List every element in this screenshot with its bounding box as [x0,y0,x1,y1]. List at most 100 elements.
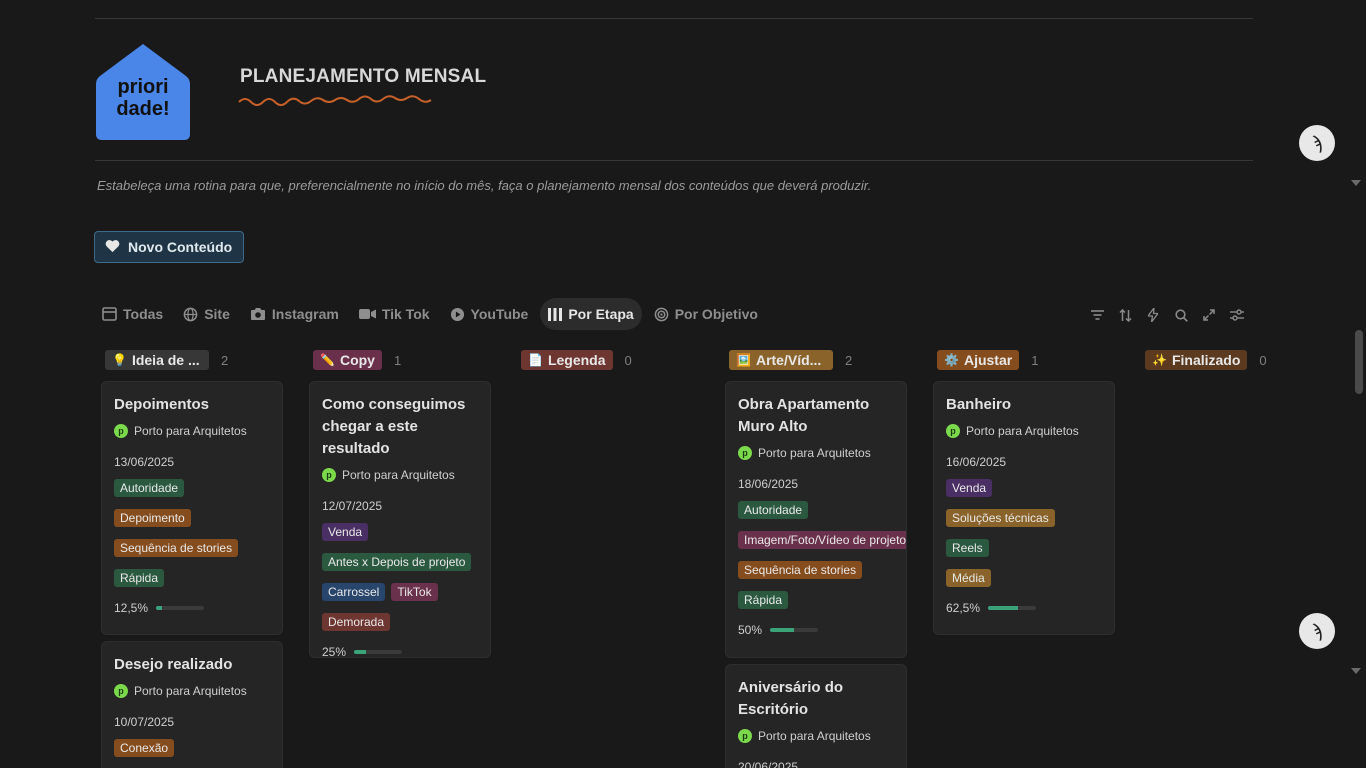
owner-avatar-icon: p [738,446,752,460]
card-title: Depoimentos [114,396,210,413]
column-label: Copy [339,352,375,368]
progress-bar [354,650,403,654]
card-tags: Venda Antes x Depois de projeto Carrosse… [322,521,490,633]
tab-label: Instagram [271,306,339,322]
column-label-pill: ✏️ Copy [313,350,382,370]
camera-icon [250,308,265,320]
tab-label: YouTube [470,306,529,322]
card-date: 20/06/2025 [738,760,799,768]
column-count: 1 [1031,352,1039,368]
sort-icon[interactable] [1118,306,1132,324]
tag: Depoimento [114,509,191,527]
tab-por-etapa[interactable]: Por Etapa [540,298,642,330]
card-title: Como conseguimos chegar a este resultado [322,396,466,457]
column-label-pill: 📄 Legenda [521,350,613,370]
new-content-button[interactable]: Novo Conteúdo [94,231,244,263]
tag: Imagem/Foto/Vídeo de projeto [738,531,906,549]
tab-por-objetivo[interactable]: Por Objetivo [646,298,766,330]
automation-icon[interactable] [1146,306,1160,324]
card-aniversario[interactable]: Aniversário do Escritório p Porto para Ar… [725,664,907,768]
column-header-arte[interactable]: 🖼️ Arte/Víd... 2 [729,349,852,371]
tab-label: Por Etapa [568,306,634,322]
tab-tiktok[interactable]: Tik Tok [351,298,438,330]
view-tabs: Todas Site Instagram Tik Tok YouTube Por… [94,298,770,330]
tab-instagram[interactable]: Instagram [242,298,347,330]
card-desejo-realizado[interactable]: Desejo realizado p Porto para Arquitetos … [101,641,283,768]
search-icon[interactable] [1174,306,1188,324]
card-title: Obra Apartamento Muro Alto [738,396,870,435]
card-date: 10/07/2025 [114,715,175,729]
globe-icon [183,307,198,321]
column-count: 1 [393,352,402,368]
tag: Autoridade [114,479,185,497]
scroll-down-arrow-icon[interactable] [1351,668,1361,674]
owner-name: Porto para Arquitetos [134,684,247,698]
card-title: Desejo realizado [114,656,233,673]
assistant-face-icon[interactable]: ϡ [1299,613,1335,649]
filter-icon[interactable] [1090,306,1104,324]
settings-icon[interactable] [1230,306,1244,324]
column-label: Arte/Víd... [755,352,822,368]
card-progress: 50% [738,619,906,641]
card-progress: 12,5% [114,597,282,619]
card-tags: Venda Soluções técnicas Reels Média [946,477,1114,589]
tab-label: Tik Tok [381,306,430,322]
owner-name: Porto para Arquitetos [758,729,871,743]
column-header-ajustar[interactable]: ⚙️ Ajustar 1 [937,349,1038,371]
owner-avatar-icon: p [322,468,336,482]
card-date: 16/06/2025 [946,455,1007,469]
target-icon [654,307,669,321]
progress-bar-fill [354,650,367,654]
tag: TikTok [391,583,438,601]
tab-youtube[interactable]: YouTube [442,298,537,330]
column-count: 0 [1259,352,1267,368]
progress-label: 50% [738,623,763,637]
card-owner: p Porto para Arquitetos [738,729,906,743]
scrollbar-thumb[interactable] [1355,330,1363,394]
tag: Venda [322,523,369,541]
picture-icon: 🖼️ [736,353,751,367]
tab-label: Todas [123,306,164,322]
scroll-down-arrow-icon[interactable] [1351,180,1361,186]
lightbulb-icon: 💡 [112,353,127,367]
card-depoimentos[interactable]: Depoimentos p Porto para Arquitetos 13/06… [101,381,283,635]
progress-label: 12,5% [114,601,149,615]
column-header-finalizado[interactable]: ✨ Finalizado 0 [1145,349,1267,371]
video-icon [358,309,376,319]
table-icon [102,307,117,321]
progress-bar [770,628,819,632]
column-label-pill: ✨ Finalizado [1145,350,1248,370]
progress-bar-fill [156,606,163,610]
tab-label: Site [204,306,230,322]
tag: Venda [946,479,993,497]
logo-text: priori dade! [116,76,170,120]
card-obra-apartamento[interactable]: Obra Apartamento Muro Alto p Porto para A… [725,381,907,658]
column-label: Ajustar [963,352,1013,368]
tab-site[interactable]: Site [175,298,238,330]
card-como-conseguimos[interactable]: Como conseguimos chegar a este resultado… [309,381,491,658]
top-divider [95,18,1253,19]
tab-todas[interactable]: Todas [94,298,171,330]
progress-bar-fill [988,606,1019,610]
card-date: 18/06/2025 [738,477,799,491]
card-owner: p Porto para Arquitetos [114,684,282,698]
card-banheiro[interactable]: Banheiro p Porto para Arquitetos 16/06/20… [933,381,1115,635]
tag: Reels [946,539,989,557]
column-header-ideia[interactable]: 💡 Ideia de ... 2 [105,349,228,371]
progress-bar-fill [770,628,795,632]
column-count: 0 [624,352,632,368]
card-title: Banheiro [946,396,1012,413]
card-date: 13/06/2025 [114,455,175,469]
tag: Carrossel [322,583,386,601]
owner-name: Porto para Arquitetos [342,468,455,482]
tag: Rápida [114,569,165,587]
card-tags: Autoridade Imagem/Foto/Vídeo de projeto … [738,499,906,611]
owner-name: Porto para Arquitetos [966,424,1079,438]
assistant-face-icon[interactable]: ϡ [1299,125,1335,161]
tag: Conexão [114,739,175,757]
column-header-copy[interactable]: ✏️ Copy 1 [313,349,401,371]
column-header-legenda[interactable]: 📄 Legenda 0 [521,349,632,371]
tag: Soluções técnicas [946,509,1055,527]
owner-avatar-icon: p [946,424,960,438]
expand-icon[interactable] [1202,306,1216,324]
